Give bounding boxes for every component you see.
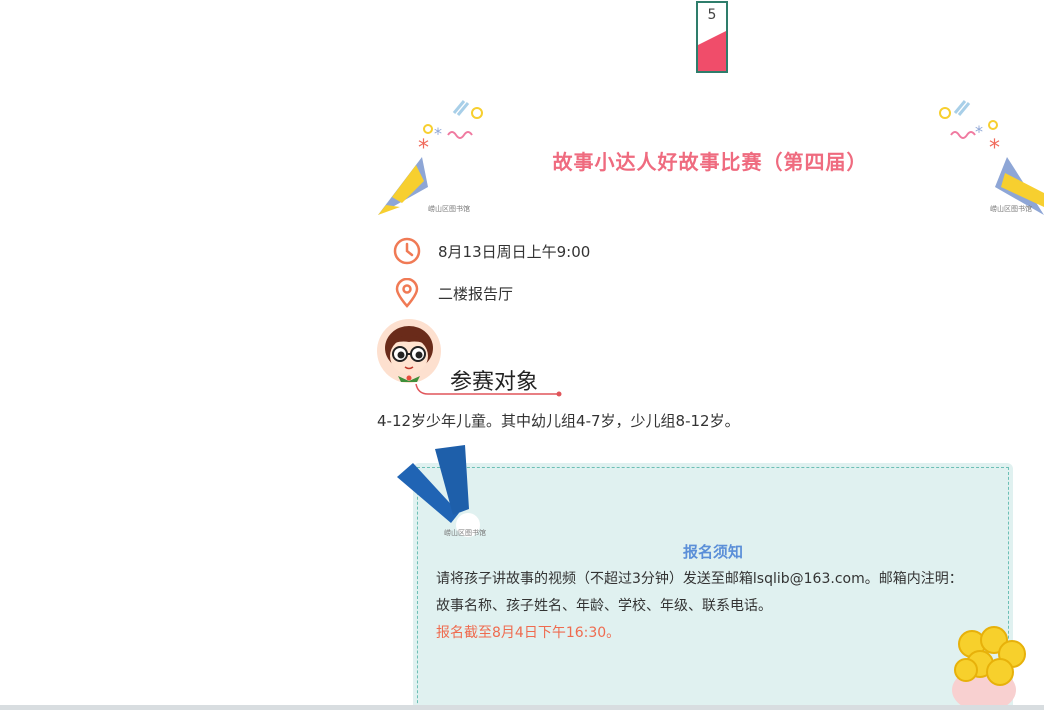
page-number: 5 — [707, 7, 717, 23]
watermark-right: 崂山区图书馆 — [990, 205, 1032, 213]
bottom-divider — [0, 705, 1044, 710]
event-time: 8月13日周日上午9:00 — [438, 242, 591, 261]
notice-line-1: 请将孩子讲故事的视频（不超过3分钟）发送至邮箱lsqlib@163.com。邮箱… — [436, 571, 963, 587]
clock-icon — [393, 237, 421, 265]
event-location-row: 二楼报告厅 — [392, 278, 513, 308]
party-hat-right-icon: * * — [939, 100, 1044, 215]
location-pin-icon — [395, 278, 419, 308]
tag-ribbon-icon — [698, 31, 726, 71]
notice-line-2: 故事名称、孩子姓名、年龄、学校、年级、联系电话。 — [436, 598, 772, 614]
section-underline-icon — [415, 383, 562, 397]
girl-avatar-icon — [377, 319, 441, 383]
notice-deadline: 报名截至8月4日下午16:30。 — [436, 625, 621, 641]
svg-text:*: * — [418, 136, 429, 161]
event-location: 二楼报告厅 — [438, 284, 514, 303]
article-page: 5 * * 崂山区图书馆 * * 崂山区图书馆 故事小达人好故事比赛（第四届） — [0, 0, 1044, 710]
ribbon-tag-icon — [397, 445, 480, 537]
participants-description: 4-12岁少年儿童。其中幼儿组4-7岁，少儿组8-12岁。 — [377, 412, 740, 430]
event-time-row: 8月13日周日上午9:00 — [392, 236, 590, 266]
event-title: 故事小达人好故事比赛（第四届） — [552, 150, 868, 174]
page-number-tag: 5 — [696, 1, 728, 73]
notice-title: 报名须知 — [682, 543, 743, 561]
svg-text:*: * — [434, 124, 442, 143]
svg-text:*: * — [989, 136, 1000, 161]
watermark-notice: 崂山区图书馆 — [444, 529, 486, 537]
watermark-left: 崂山区图书馆 — [428, 205, 470, 213]
gold-coins-icon — [952, 626, 1026, 710]
svg-text:*: * — [975, 122, 983, 141]
